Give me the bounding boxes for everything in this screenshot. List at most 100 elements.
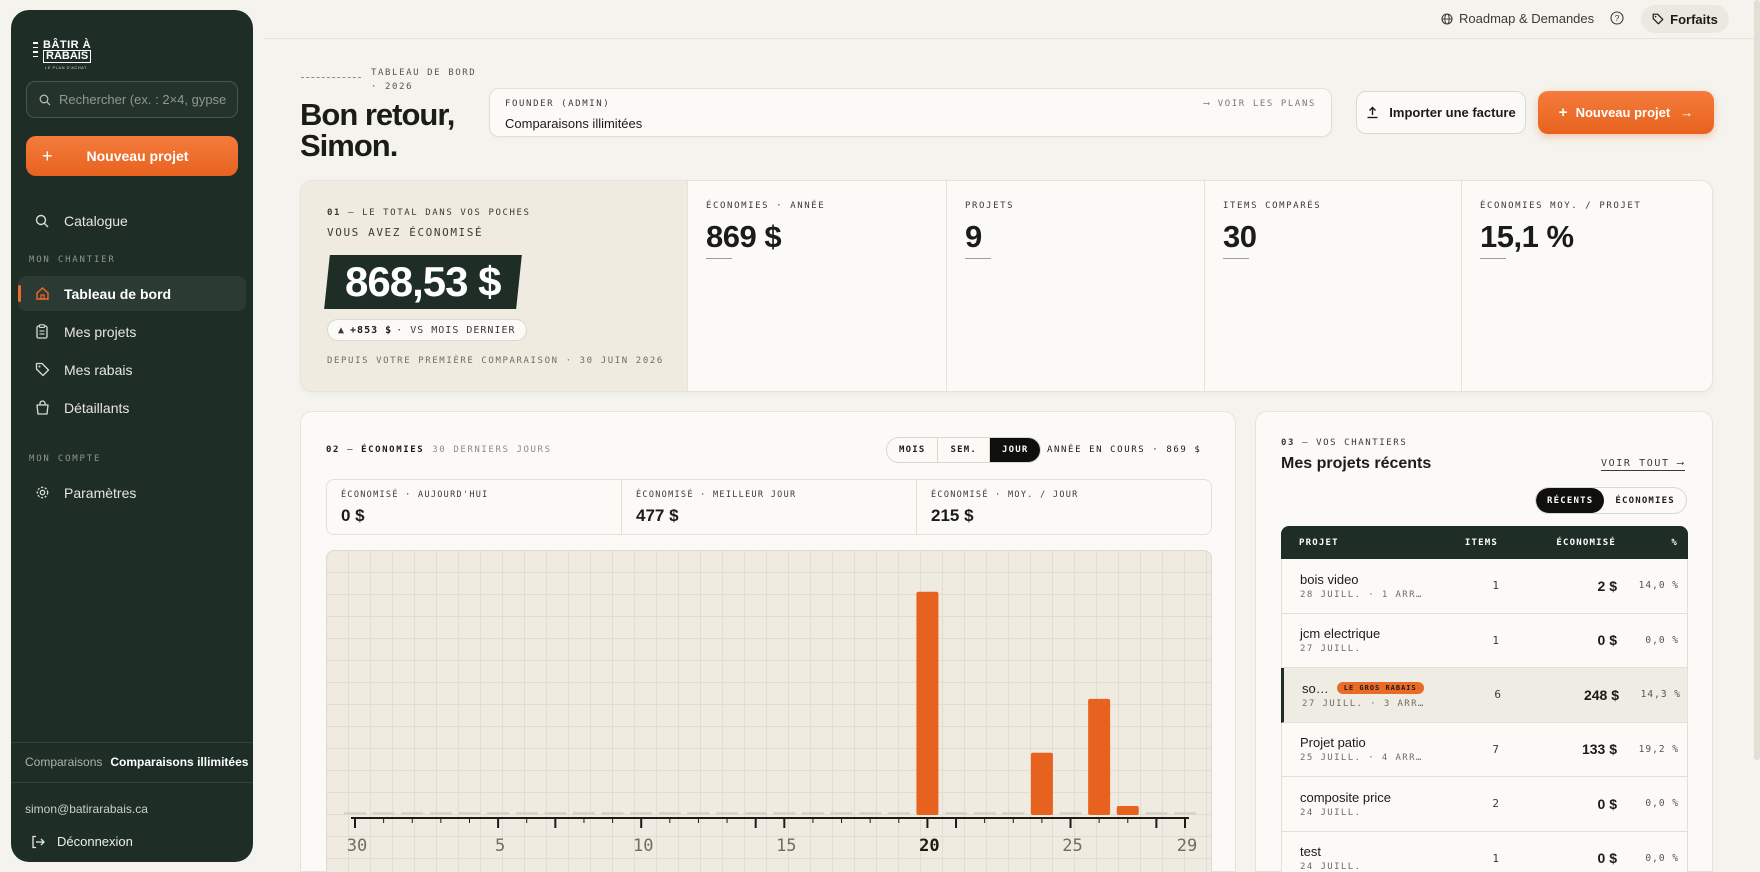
search-box[interactable] [26, 81, 238, 118]
chart-bar[interactable] [1030, 752, 1053, 815]
kpi-label: ÉCONOMIES · ANNÉE [706, 201, 826, 211]
chart-bar[interactable] [859, 812, 882, 815]
chart-bar[interactable] [744, 812, 767, 815]
tag-icon [1652, 13, 1664, 25]
chart-bar[interactable] [1088, 698, 1111, 815]
hero-subtitle: VOUS AVEZ ÉCONOMISÉ [327, 226, 484, 239]
clipboard-icon [34, 324, 50, 340]
chart-bar[interactable] [401, 812, 424, 815]
hero-eyebrow: 01 — LE TOTAL DANS VOS POCHES [327, 208, 531, 218]
chart-bar[interactable] [1059, 812, 1082, 815]
hero-amount-box: 868,53 $ [324, 255, 522, 309]
kpi-card-avg: ÉCONOMIES MOY. / PROJET 15,1 % [1461, 181, 1712, 391]
chart-bar[interactable] [945, 812, 968, 815]
view-plans-link[interactable]: ⟶ VOIR LES PLANS [1204, 99, 1316, 109]
chart-bar[interactable] [487, 812, 510, 815]
kpi-value: 869 $ [706, 219, 782, 254]
chart-bar[interactable] [1116, 806, 1139, 815]
savings-bar-chart: 30 5 10 15 20 25 29 [344, 591, 1197, 856]
kpi-underline [1480, 258, 1506, 259]
tab-savings[interactable]: ÉCONOMIES [1604, 488, 1686, 513]
chart-bar[interactable] [887, 812, 910, 815]
sidebar-item-settings[interactable]: Paramètres [18, 475, 246, 510]
logout-button[interactable]: Déconnexion [31, 834, 133, 849]
project-pct: 0,0 % [1645, 798, 1679, 810]
chart-bar[interactable] [544, 812, 567, 815]
chart-bar[interactable] [830, 812, 853, 815]
sidebar-item-projects[interactable]: Mes projets [18, 314, 246, 349]
project-meta: 28 JUILL. · 1 ARR… [1300, 589, 1423, 600]
chart-bar[interactable] [716, 812, 739, 815]
page-scrollbar[interactable] [1754, 0, 1760, 760]
chart-bar[interactable] [773, 812, 796, 815]
x-tick-label: 30 [347, 836, 367, 856]
table-row[interactable]: bois video 28 JUILL. · 1 ARR… 1 2 $ 14,0 … [1281, 559, 1688, 614]
chart-bar[interactable] [973, 812, 996, 815]
table-row[interactable]: jcm electrique 27 JUILL. 1 0 $ 0,0 % [1281, 613, 1688, 668]
sidebar-item-label: Tableau de bord [64, 285, 172, 302]
project-name: test [1300, 844, 1321, 860]
logo-line2: RABAIS [43, 50, 92, 63]
gear-icon [34, 485, 50, 501]
project-items: 1 [1492, 579, 1499, 593]
chart-bar[interactable] [572, 812, 595, 815]
chart-bar[interactable] [429, 812, 452, 815]
tab-recent[interactable]: RÉCENTS [1536, 488, 1605, 513]
sidebar-item-catalogue[interactable]: Catalogue [18, 203, 246, 238]
sidebar-item-rebates[interactable]: Mes rabais [18, 352, 246, 387]
chart-bar[interactable] [630, 812, 653, 815]
chart-bar[interactable] [372, 812, 395, 815]
sidebar-item-dashboard[interactable]: Tableau de bord [18, 276, 246, 311]
plan-desc: Comparaisons illimitées [505, 116, 643, 131]
col-saved[interactable]: ÉCONOMISÉ [1498, 538, 1616, 548]
tab-month[interactable]: MOIS [887, 438, 939, 462]
chart-bar[interactable] [601, 812, 624, 815]
chart-bar[interactable] [1002, 812, 1025, 815]
col-pct[interactable]: % [1616, 538, 1678, 548]
search-input[interactable] [59, 92, 229, 107]
savings-subtitle: 30 DERNIERS JOURS [432, 445, 552, 455]
chart-bar[interactable] [1145, 812, 1168, 815]
import-label: Importer une facture [1389, 105, 1516, 120]
plans-button[interactable]: Forfaits [1641, 5, 1729, 33]
total-savings-card: 01 — LE TOTAL DANS VOS POCHES VOUS AVEZ … [301, 181, 687, 391]
kpi-underline [1223, 258, 1249, 259]
new-project-button[interactable]: + Nouveau projet → [1538, 91, 1714, 134]
period-toggle: MOIS SEM. JOUR [886, 437, 1042, 463]
table-row[interactable]: test 24 JUILL. 1 0 $ 0,0 % [1281, 831, 1688, 872]
col-project[interactable]: PROJET [1281, 538, 1440, 548]
plan-value: Comparaisons illimitées [110, 755, 249, 769]
roadmap-link[interactable]: Roadmap & Demandes [1441, 11, 1594, 26]
sidebar-item-retailers[interactable]: Détaillants [18, 390, 246, 425]
project-items: 1 [1492, 633, 1499, 647]
import-invoice-button[interactable]: Importer une facture [1356, 91, 1526, 134]
chart-bar[interactable] [1174, 812, 1196, 815]
triangle-up-icon: ▲ [338, 324, 346, 336]
savings-panel: 02 — ÉCONOMIES 30 DERNIERS JOURS MOIS SEM… [300, 411, 1236, 872]
store-badge: LE GROS RABAIS [1336, 682, 1424, 695]
tab-week[interactable]: SEM. [938, 438, 990, 462]
divider [11, 742, 253, 743]
col-items[interactable]: ITEMS [1440, 538, 1498, 548]
help-button[interactable]: ? [1610, 11, 1630, 25]
new-project-label: Nouveau projet [1575, 105, 1671, 120]
eyebrow-rule [301, 77, 361, 78]
chart-bar[interactable] [916, 591, 939, 815]
view-all-link[interactable]: VOIR TOUT ⟶ [1601, 458, 1685, 471]
new-project-button[interactable]: + Nouveau projet [26, 136, 238, 176]
chart-bar[interactable] [344, 812, 366, 815]
upload-icon [1367, 106, 1378, 119]
chart-bar[interactable] [515, 812, 538, 815]
sidebar: BÂTIR À RABAIS LE PLAN D'ACHAT + Nouveau… [11, 10, 253, 862]
project-items: 1 [1492, 851, 1499, 865]
tab-day[interactable]: JOUR [989, 438, 1041, 462]
chart-bar[interactable] [687, 812, 710, 815]
table-row[interactable]: so… LE GROS RABAIS 27 JUILL. · 3 ARR… 6 24… [1281, 668, 1688, 723]
table-row[interactable]: composite price 24 JUILL. 2 0 $ 0,0 % [1281, 777, 1688, 832]
brand-logo[interactable]: BÂTIR À RABAIS LE PLAN D'ACHAT [33, 30, 103, 70]
chart-bar[interactable] [658, 812, 681, 815]
chart-bar[interactable] [458, 812, 481, 815]
table-row[interactable]: Projet patio 25 JUILL. · 4 ARR… 7 133 $ 1… [1281, 722, 1688, 777]
chart-bar[interactable] [801, 812, 824, 815]
greeting-line2: Simon. [300, 128, 398, 163]
